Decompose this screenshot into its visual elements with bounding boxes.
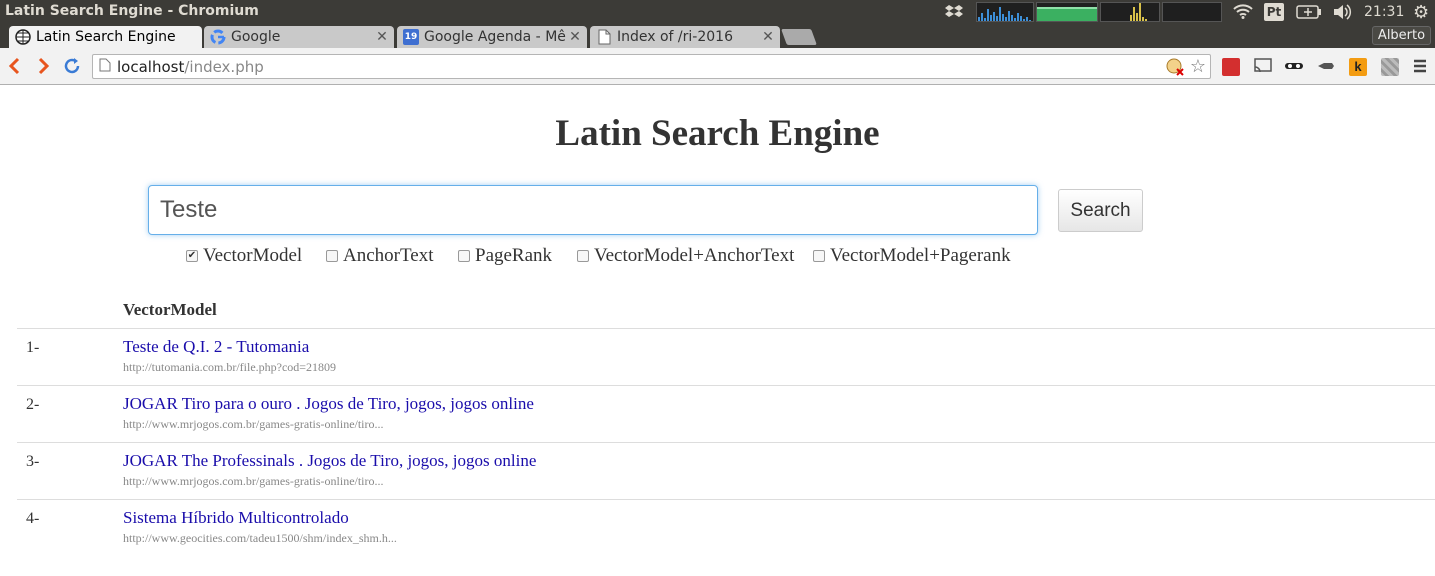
checkbox[interactable]	[326, 250, 338, 262]
tab-strip: Latin Search Engine Google ✕ 19 Google A…	[0, 24, 1435, 48]
option-label: VectorModel	[203, 245, 303, 266]
result-url: http://www.mrjogos.com.br/games-gratis-o…	[123, 474, 384, 488]
checkbox[interactable]	[577, 250, 589, 262]
calendar-icon: 19	[403, 29, 419, 45]
battery-icon[interactable]	[1296, 5, 1322, 23]
divider	[17, 499, 1435, 500]
divider	[17, 385, 1435, 386]
wifi-icon[interactable]	[1233, 3, 1253, 23]
menu-icon[interactable]	[1412, 57, 1430, 75]
result-title-link[interactable]: JOGAR The Professinals . Jogos de Tiro, …	[123, 451, 536, 471]
checkbox[interactable]	[458, 250, 470, 262]
page-icon	[99, 58, 111, 76]
incognito-mask-icon[interactable]	[1284, 58, 1303, 76]
option-vectormodel[interactable]: ✔ VectorModel	[186, 245, 302, 267]
address-bar[interactable]: localhost/index.php ☆	[92, 54, 1211, 79]
tab-google-agenda[interactable]: 19 Google Agenda - Mê ✕	[397, 26, 587, 48]
bookmark-star-icon[interactable]: ☆	[1190, 56, 1206, 77]
result-title-link[interactable]: Sistema Híbrido Multicontrolado	[123, 508, 349, 528]
tab-google[interactable]: Google ✕	[204, 26, 394, 48]
search-input[interactable]	[148, 185, 1038, 235]
tab-latin-search-engine[interactable]: Latin Search Engine	[9, 26, 202, 48]
network-graph-icon	[1100, 2, 1160, 22]
keyboard-layout-indicator[interactable]: Pt	[1264, 3, 1284, 21]
url-path: /index.php	[184, 57, 264, 76]
url-host: localhost	[117, 57, 185, 76]
option-label: AnchorText	[343, 245, 434, 266]
tab-label: Index of /ri-2016	[617, 29, 733, 45]
checkbox[interactable]	[813, 250, 825, 262]
profile-button[interactable]: Alberto	[1372, 26, 1431, 45]
volume-icon[interactable]	[1332, 3, 1352, 25]
result-url: http://www.geocities.com/tadeu1500/shm/i…	[123, 531, 397, 545]
cast-icon[interactable]	[1253, 58, 1272, 76]
back-arrow-icon[interactable]	[5, 56, 25, 76]
option-vectormodel-pagerank[interactable]: VectorModel+Pagerank	[813, 245, 1011, 267]
os-top-panel: Latin Search Engine - Chromium Pt 21:31 …	[0, 0, 1435, 24]
result-url: http://www.mrjogos.com.br/games-gratis-o…	[123, 417, 384, 431]
result-number: 2-	[26, 396, 40, 413]
option-label: VectorModel+AnchorText	[594, 245, 795, 266]
pattern-extension-icon[interactable]	[1381, 58, 1399, 76]
new-tab-button[interactable]	[781, 29, 817, 45]
blocked-content-icon[interactable]	[1166, 58, 1184, 80]
window-title: Latin Search Engine - Chromium	[5, 3, 259, 19]
page-content: Latin Search Engine Search ✔ VectorModel…	[0, 85, 1435, 576]
close-tab-icon[interactable]: ✕	[761, 29, 775, 45]
tab-index-of-ri-2016[interactable]: Index of /ri-2016 ✕	[590, 26, 780, 48]
results-header: VectorModel	[123, 300, 217, 319]
result-url: http://tutomania.com.br/file.php?cod=218…	[123, 360, 337, 374]
memory-graph-icon	[1036, 2, 1098, 22]
close-tab-icon[interactable]: ✕	[375, 29, 389, 45]
result-number: 3-	[26, 453, 40, 470]
document-icon	[596, 29, 612, 45]
google-icon	[210, 29, 226, 45]
option-anchortext[interactable]: AnchorText	[326, 245, 433, 267]
tab-label: Google	[231, 29, 281, 45]
checkbox-checked[interactable]: ✔	[186, 250, 198, 262]
disk-graph-icon	[1162, 2, 1222, 22]
settings-gear-icon[interactable]: ⚙	[1413, 2, 1429, 23]
result-number: 1-	[26, 339, 40, 356]
clock[interactable]: 21:31	[1364, 4, 1404, 20]
page-title: Latin Search Engine	[555, 113, 880, 154]
browser-toolbar: localhost/index.php ☆ k	[0, 48, 1435, 85]
option-vectormodel-anchortext[interactable]: VectorModel+AnchorText	[577, 245, 794, 267]
option-pagerank[interactable]: PageRank	[458, 245, 552, 267]
close-tab-icon[interactable]: ✕	[568, 29, 582, 45]
k-extension-icon[interactable]: k	[1349, 58, 1367, 76]
result-number: 4-	[26, 510, 40, 527]
divider	[17, 328, 1435, 329]
forward-arrow-icon[interactable]	[33, 56, 53, 76]
result-title-link[interactable]: Teste de Q.I. 2 - Tutomania	[123, 337, 309, 357]
tab-label: Latin Search Engine	[36, 29, 176, 45]
bookmark-extension-icon[interactable]	[1222, 58, 1240, 76]
option-label: VectorModel+Pagerank	[830, 245, 1011, 266]
reload-icon[interactable]	[62, 56, 82, 76]
divider	[17, 442, 1435, 443]
dropbox-icon[interactable]	[945, 2, 963, 24]
result-title-link[interactable]: JOGAR Tiro para o ouro . Jogos de Tiro, …	[123, 394, 534, 414]
option-label: PageRank	[475, 245, 553, 266]
search-button[interactable]: Search	[1058, 189, 1143, 232]
cpu-graph-icon	[976, 2, 1034, 22]
spy-extension-icon[interactable]	[1316, 58, 1334, 76]
tab-label: Google Agenda - Mê	[424, 29, 566, 45]
globe-icon	[15, 29, 31, 45]
